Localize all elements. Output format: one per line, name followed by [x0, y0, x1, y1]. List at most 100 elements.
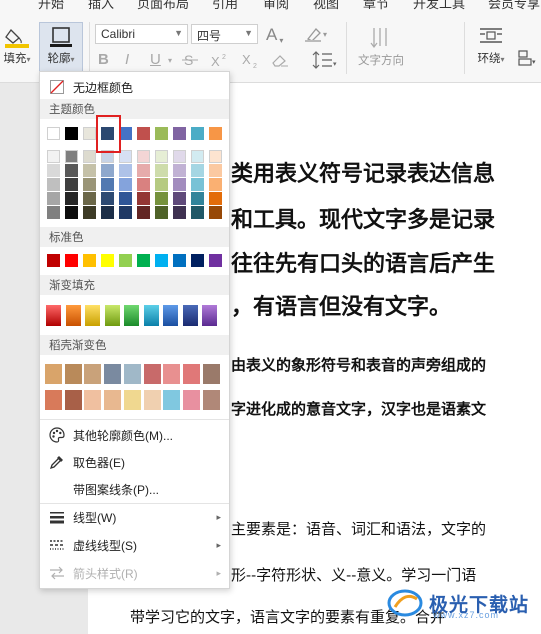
- theme-color-swatch[interactable]: [191, 192, 204, 205]
- theme-color-swatch[interactable]: [65, 150, 78, 163]
- font-size-select[interactable]: 四号 ▼: [191, 24, 258, 44]
- fill-button[interactable]: 填充▾: [0, 26, 34, 66]
- theme-color-swatch[interactable]: [209, 192, 222, 205]
- theme-color-swatch[interactable]: [83, 127, 96, 140]
- theme-color-swatch[interactable]: [119, 206, 132, 219]
- theme-color-swatch[interactable]: [173, 178, 186, 191]
- no-border-color-item[interactable]: 无边框颜色: [40, 74, 229, 100]
- theme-color-swatch[interactable]: [137, 150, 150, 163]
- theme-color-swatch[interactable]: [209, 164, 222, 177]
- theme-color-swatch[interactable]: [83, 150, 96, 163]
- theme-color-swatch[interactable]: [173, 150, 186, 163]
- gradient-fill-swatch[interactable]: [46, 305, 61, 326]
- shell-gradient-swatch[interactable]: [182, 364, 200, 384]
- subscript-button[interactable]: X 2: [241, 52, 263, 71]
- theme-color-swatch[interactable]: [47, 192, 60, 205]
- theme-color-swatch[interactable]: [101, 192, 114, 205]
- bold-button[interactable]: B: [98, 51, 109, 68]
- theme-color-swatch[interactable]: [209, 150, 222, 163]
- arrow-style-item[interactable]: 箭头样式(R) ▸: [40, 560, 229, 586]
- theme-color-swatch[interactable]: [209, 206, 222, 219]
- line-spacing-button[interactable]: ▾: [312, 50, 338, 73]
- text-direction-button[interactable]: 文字方向: [355, 26, 407, 68]
- dash-type-item[interactable]: 虚线线型(S) ▸: [40, 532, 229, 558]
- standard-color-swatch[interactable]: [47, 254, 60, 267]
- theme-color-swatch[interactable]: [137, 127, 150, 140]
- theme-color-swatch[interactable]: [173, 192, 186, 205]
- shell-gradient-swatch[interactable]: [84, 364, 102, 384]
- shell-gradient-swatch[interactable]: [143, 364, 161, 384]
- shell-gradient-swatch[interactable]: [182, 390, 200, 410]
- theme-color-swatch[interactable]: [209, 178, 222, 191]
- theme-color-swatch[interactable]: [83, 178, 96, 191]
- theme-color-swatch[interactable]: [137, 178, 150, 191]
- standard-color-swatch[interactable]: [173, 254, 186, 267]
- standard-color-swatch[interactable]: [119, 254, 132, 267]
- gradient-fill-swatch[interactable]: [202, 305, 217, 326]
- standard-color-swatch[interactable]: [83, 254, 96, 267]
- line-type-item[interactable]: 线型(W) ▸: [40, 504, 229, 530]
- theme-color-swatch[interactable]: [119, 192, 132, 205]
- theme-color-swatch[interactable]: [173, 164, 186, 177]
- shell-gradient-swatch[interactable]: [143, 390, 161, 410]
- gradient-fill-swatch[interactable]: [65, 305, 81, 326]
- shell-gradient-swatch[interactable]: [202, 364, 220, 384]
- gradient-fill-swatch[interactable]: [163, 305, 178, 326]
- theme-color-swatch[interactable]: [173, 127, 186, 140]
- tab-review[interactable]: 审阅: [263, 0, 289, 10]
- shell-gradient-swatch[interactable]: [64, 364, 82, 384]
- shell-gradient-swatch[interactable]: [202, 390, 220, 410]
- highlight-button[interactable]: ▾: [302, 25, 330, 46]
- standard-color-swatch[interactable]: [209, 254, 222, 267]
- theme-color-swatch[interactable]: [137, 164, 150, 177]
- theme-color-swatch[interactable]: [191, 178, 204, 191]
- theme-color-swatch[interactable]: [119, 164, 132, 177]
- shell-gradient-swatch[interactable]: [104, 364, 122, 384]
- gradient-fill-swatch[interactable]: [124, 305, 139, 326]
- theme-color-swatch[interactable]: [155, 178, 168, 191]
- gradient-fill-swatch[interactable]: [104, 305, 120, 326]
- standard-color-swatch[interactable]: [191, 254, 204, 267]
- italic-button[interactable]: I: [125, 51, 129, 68]
- theme-color-swatch[interactable]: [65, 192, 78, 205]
- theme-color-swatch[interactable]: [47, 127, 60, 140]
- shell-gradient-swatch[interactable]: [123, 364, 141, 384]
- theme-color-swatch[interactable]: [155, 206, 168, 219]
- theme-color-swatch[interactable]: [65, 178, 78, 191]
- standard-color-swatch[interactable]: [155, 254, 168, 267]
- tab-view[interactable]: 视图: [313, 0, 339, 10]
- theme-color-swatch[interactable]: [47, 178, 60, 191]
- theme-color-swatch[interactable]: [83, 164, 96, 177]
- theme-color-swatch[interactable]: [155, 150, 168, 163]
- shell-gradient-swatch[interactable]: [163, 364, 181, 384]
- shell-gradient-swatch[interactable]: [104, 390, 122, 410]
- theme-color-swatch[interactable]: [209, 127, 222, 140]
- theme-color-swatch[interactable]: [47, 206, 60, 219]
- tab-references[interactable]: 引用: [212, 0, 238, 10]
- theme-color-swatch[interactable]: [191, 127, 204, 140]
- standard-color-swatch[interactable]: [65, 254, 78, 267]
- theme-color-swatch[interactable]: [137, 192, 150, 205]
- underline-button[interactable]: U: [150, 51, 161, 68]
- shell-gradient-swatch[interactable]: [163, 390, 181, 410]
- align-objects-button[interactable]: ▾: [516, 48, 538, 71]
- border-outline-button[interactable]: 轮廓▾: [39, 26, 83, 66]
- theme-color-swatch[interactable]: [47, 150, 60, 163]
- theme-color-swatch[interactable]: [101, 164, 114, 177]
- tab-home[interactable]: 开始: [38, 0, 64, 10]
- theme-color-swatch[interactable]: [83, 206, 96, 219]
- clear-format-button[interactable]: [270, 52, 290, 71]
- standard-color-swatch[interactable]: [101, 254, 114, 267]
- gradient-fill-swatch[interactable]: [182, 305, 198, 326]
- theme-color-swatch[interactable]: [65, 164, 78, 177]
- superscript-button[interactable]: X 2: [210, 52, 232, 71]
- theme-color-swatch[interactable]: [155, 192, 168, 205]
- eyedropper-item[interactable]: 取色器(E): [40, 449, 229, 475]
- shell-gradient-swatch[interactable]: [123, 390, 141, 410]
- tab-section[interactable]: 章节: [363, 0, 389, 10]
- shell-gradient-swatch[interactable]: [84, 390, 102, 410]
- theme-color-swatch[interactable]: [191, 164, 204, 177]
- theme-color-swatch[interactable]: [137, 206, 150, 219]
- theme-color-swatch[interactable]: [191, 206, 204, 219]
- theme-color-swatch[interactable]: [101, 178, 114, 191]
